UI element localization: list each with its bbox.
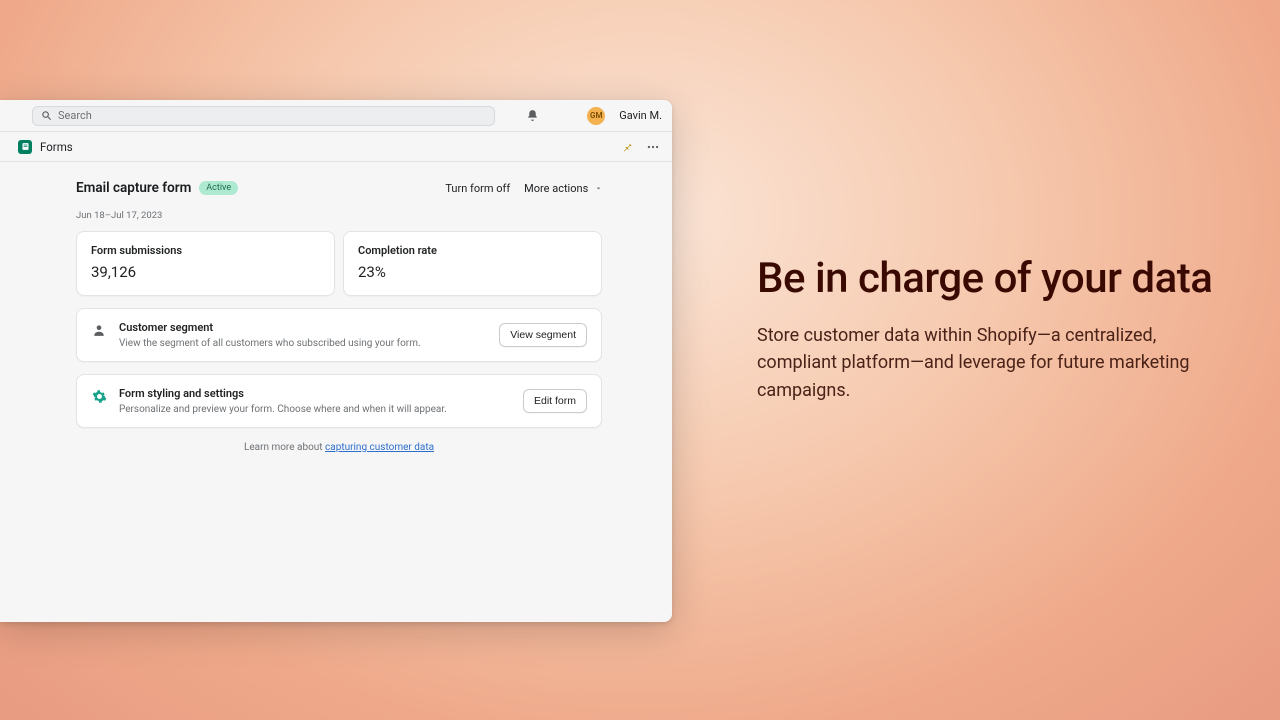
metric-value: 23% (358, 263, 587, 281)
subbar: Forms (0, 132, 672, 162)
metric-submissions: Form submissions 39,126 (76, 231, 335, 296)
section-subtitle: Personalize and preview your form. Choos… (119, 404, 511, 415)
person-icon (91, 322, 107, 338)
promo-copy: Be in charge of your data Store customer… (757, 254, 1217, 405)
metrics-row: Form submissions 39,126 Completion rate … (76, 231, 602, 296)
app-name: Forms (40, 140, 73, 154)
status-badge: Active (199, 181, 238, 195)
learn-more-link[interactable]: capturing customer data (325, 442, 434, 453)
date-range: Jun 18–Jul 17, 2023 (76, 210, 602, 221)
username: Gavin M. (619, 109, 662, 122)
metric-label: Form submissions (91, 244, 320, 257)
more-button[interactable] (644, 138, 662, 156)
metric-label: Completion rate (358, 244, 587, 257)
metric-completion: Completion rate 23% (343, 231, 602, 296)
turn-form-off-button[interactable]: Turn form off (445, 182, 510, 195)
view-segment-button[interactable]: View segment (499, 323, 587, 347)
edit-form-button[interactable]: Edit form (523, 389, 587, 413)
learn-more-footer: Learn more about capturing customer data (76, 442, 602, 453)
promo-body: Store customer data within Shopify—a cen… (757, 322, 1217, 406)
search-icon (41, 110, 52, 121)
avatar[interactable]: GM (587, 107, 605, 125)
page-content: Email capture form Active Turn form off … (0, 162, 672, 471)
page-title: Email capture form (76, 180, 191, 196)
forms-app-icon (18, 140, 32, 154)
metric-value: 39,126 (91, 263, 320, 281)
section-title: Form styling and settings (119, 387, 511, 400)
topbar: Search GM Gavin M. (0, 100, 672, 132)
gear-icon (91, 388, 107, 404)
promo-heading: Be in charge of your data (757, 254, 1217, 304)
chevron-down-icon (595, 182, 602, 195)
more-actions-label: More actions (524, 182, 588, 195)
more-actions-button[interactable]: More actions (524, 182, 602, 195)
notifications-button[interactable] (523, 107, 541, 125)
search-input[interactable]: Search (32, 106, 495, 126)
search-placeholder: Search (58, 109, 92, 122)
form-styling-card: Form styling and settings Personalize an… (76, 374, 602, 428)
bell-icon (526, 109, 539, 122)
customer-segment-card: Customer segment View the segment of all… (76, 308, 602, 362)
section-subtitle: View the segment of all customers who su… (119, 338, 487, 349)
app-window: Search GM Gavin M. Forms Email capture f… (0, 100, 672, 622)
learn-more-prefix: Learn more about (244, 442, 325, 453)
section-title: Customer segment (119, 321, 487, 334)
page-header: Email capture form Active Turn form off … (76, 180, 602, 196)
pin-button[interactable] (618, 138, 636, 156)
